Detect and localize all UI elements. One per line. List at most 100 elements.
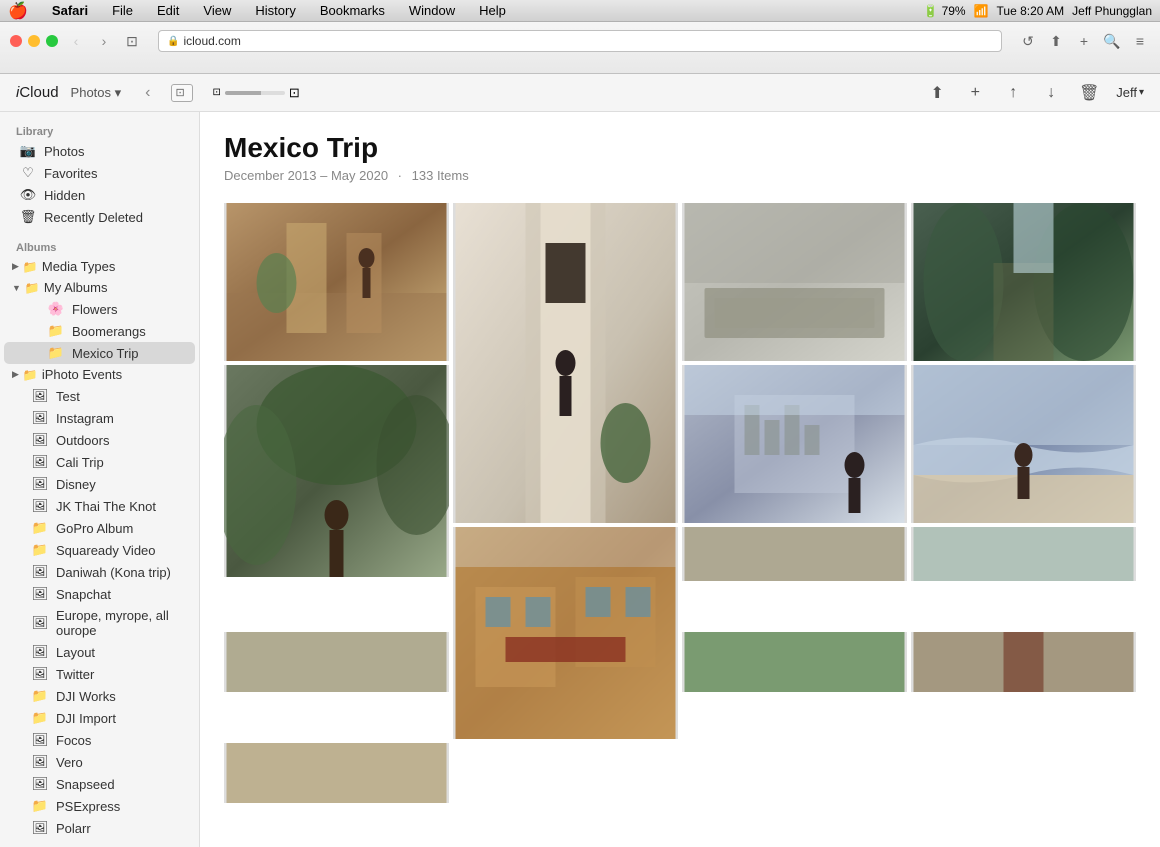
fullscreen-button[interactable]: [46, 35, 58, 47]
photo-cell-2[interactable]: [453, 203, 678, 523]
my-albums-collapse[interactable]: ▼ 📁 My Albums: [4, 277, 195, 298]
sidebar-item-vero[interactable]: 🖼 Vero: [4, 751, 195, 773]
trash-icon: 🗑: [20, 209, 36, 225]
traffic-lights[interactable]: [10, 35, 58, 47]
upload-button[interactable]: ⬆: [926, 82, 948, 104]
photo-cell-10[interactable]: [911, 527, 1136, 581]
boomerangs-label: Boomerangs: [72, 324, 146, 339]
add-button[interactable]: +: [964, 82, 986, 104]
menu-edit[interactable]: Edit: [153, 3, 183, 18]
sidebar-item-daniwah[interactable]: 🖼 Daniwah (Kona trip): [4, 561, 195, 583]
photo-cell-13[interactable]: [911, 632, 1136, 692]
photo-cell-4[interactable]: [911, 203, 1136, 361]
sidebar-item-outdoors[interactable]: 🖼 Outdoors: [4, 429, 195, 451]
sidebar-item-jk-thai[interactable]: 🖼 JK Thai The Knot: [4, 495, 195, 517]
zoom-max-icon: ⊡: [289, 85, 300, 101]
address-bar[interactable]: 🔒 icloud.com: [158, 30, 1002, 52]
dji-import-label: DJI Import: [56, 711, 116, 726]
sidebar-item-psexpress[interactable]: 📁 PSExpress: [4, 795, 195, 817]
sidebar-item-twitter[interactable]: 🖼 Twitter: [4, 663, 195, 685]
photo-cell-8[interactable]: [453, 527, 678, 739]
photo-cell-3[interactable]: [682, 203, 907, 361]
sidebar-item-cali-trip[interactable]: 🖼 Cali Trip: [4, 451, 195, 473]
meta-separator: ·: [398, 168, 402, 183]
user-account-button[interactable]: Jeff ▾: [1116, 85, 1144, 100]
sidebar-item-snapchat[interactable]: 🖼 Snapchat: [4, 583, 195, 605]
sidebar-item-favorites[interactable]: ♡ Favorites: [4, 162, 195, 184]
menu-window[interactable]: Window: [405, 3, 459, 18]
menu-help[interactable]: Help: [475, 3, 510, 18]
icloud-app-toolbar: iCloud Photos ▾ ‹ ⊡ ⊡ ⊡ ⬆ + ↑ ↓ 🗑 Jeff ▾: [0, 74, 1160, 112]
photo-cell-1[interactable]: [224, 203, 449, 361]
sidebar-toggle-button[interactable]: ⊡: [171, 84, 193, 102]
share-photos-button[interactable]: ↑: [1002, 82, 1024, 104]
photo-cell-9[interactable]: [682, 527, 907, 581]
album-meta: December 2013 – May 2020 · 133 Items: [224, 168, 1136, 183]
new-tab-button[interactable]: +: [1074, 31, 1094, 51]
download-button[interactable]: ↓: [1040, 82, 1062, 104]
sidebar-item-photos[interactable]: 📷 Photos: [4, 140, 195, 162]
cali-trip-icon: 🖼: [32, 454, 48, 470]
favorites-icon: ♡: [20, 165, 36, 181]
minimize-button[interactable]: [28, 35, 40, 47]
user-menu[interactable]: Jeff Phungglan: [1072, 4, 1152, 18]
sidebar-item-squaready[interactable]: 📁 Squaready Video: [4, 539, 195, 561]
delete-button[interactable]: 🗑: [1078, 82, 1100, 104]
sidebar-item-gopro[interactable]: 📁 GoPro Album: [4, 517, 195, 539]
photo-cell-5[interactable]: [224, 365, 449, 577]
clock-display: Tue 8:20 AM: [997, 4, 1065, 18]
photo-cell-11[interactable]: [224, 632, 449, 692]
search-button[interactable]: 🔍: [1102, 31, 1122, 51]
sidebar-item-flowers[interactable]: 🌸 Flowers: [4, 298, 195, 320]
menu-history[interactable]: History: [251, 3, 299, 18]
close-button[interactable]: [10, 35, 22, 47]
sidebar-item-focos[interactable]: 🖼 Focos: [4, 729, 195, 751]
sidebar-item-recently-deleted[interactable]: 🗑 Recently Deleted: [4, 206, 195, 228]
sidebar-item-instagram[interactable]: 🖼 Instagram: [4, 407, 195, 429]
gopro-icon: 📁: [32, 520, 48, 536]
share-button[interactable]: ⬆: [1046, 31, 1066, 51]
iphoto-events-collapse[interactable]: ▶ 📁 iPhoto Events: [4, 364, 195, 385]
photo-cell-12[interactable]: [682, 632, 907, 692]
snapseed-icon: 🖼: [32, 776, 48, 792]
reload-button[interactable]: ↺: [1018, 31, 1038, 51]
sidebar-item-hidden[interactable]: 👁 Hidden: [4, 184, 195, 206]
sidebar-item-europe[interactable]: 🖼 Europe, myrope, all ourope: [4, 605, 195, 641]
content-area: Mexico Trip December 2013 – May 2020 · 1…: [200, 112, 1160, 847]
photo-cell-7[interactable]: [911, 365, 1136, 523]
twitter-label: Twitter: [56, 667, 94, 682]
mexico-trip-label: Mexico Trip: [72, 346, 138, 361]
menu-file[interactable]: File: [108, 3, 137, 18]
gopro-label: GoPro Album: [56, 521, 133, 536]
photo-cell-14[interactable]: [224, 743, 449, 803]
jk-thai-label: JK Thai The Knot: [56, 499, 156, 514]
nav-back-button[interactable]: ‹: [145, 84, 150, 102]
menu-safari[interactable]: Safari: [48, 3, 92, 18]
back-button[interactable]: ‹: [66, 31, 86, 51]
sidebar-item-mexico-trip[interactable]: 📁 Mexico Trip: [4, 342, 195, 364]
zoom-min-icon: ⊡: [213, 87, 221, 98]
sidebar: Library 📷 Photos ♡ Favorites 👁 Hidden 🗑 …: [0, 112, 200, 847]
dji-import-icon: 📁: [32, 710, 48, 726]
menu-view[interactable]: View: [199, 3, 235, 18]
extensions-button[interactable]: ≡: [1130, 31, 1150, 51]
test-icon: 🖼: [32, 388, 48, 404]
photo-cell-6[interactable]: [682, 365, 907, 523]
daniwah-icon: 🖼: [32, 564, 48, 580]
sidebar-item-disney[interactable]: 🖼 Disney: [4, 473, 195, 495]
sidebar-item-polarr[interactable]: 🖼 Polarr: [4, 817, 195, 839]
sidebar-item-dji-works[interactable]: 📁 DJI Works: [4, 685, 195, 707]
sidebar-item-layout[interactable]: 🖼 Layout: [4, 641, 195, 663]
sidebar-item-snapseed[interactable]: 🖼 Snapseed: [4, 773, 195, 795]
zoom-slider[interactable]: [225, 91, 285, 95]
menu-bookmarks[interactable]: Bookmarks: [316, 3, 389, 18]
apple-menu[interactable]: 🍎: [8, 1, 28, 21]
sidebar-view-button[interactable]: ⊡: [122, 31, 142, 51]
sidebar-item-dji-import[interactable]: 📁 DJI Import: [4, 707, 195, 729]
forward-button[interactable]: ›: [94, 31, 114, 51]
sidebar-item-boomerangs[interactable]: 📁 Boomerangs: [4, 320, 195, 342]
zoom-control[interactable]: ⊡ ⊡: [213, 85, 300, 101]
media-types-collapse[interactable]: ▶ 📁 Media Types: [4, 256, 195, 277]
sidebar-item-test[interactable]: 🖼 Test: [4, 385, 195, 407]
my-albums-label: My Albums: [44, 280, 108, 295]
